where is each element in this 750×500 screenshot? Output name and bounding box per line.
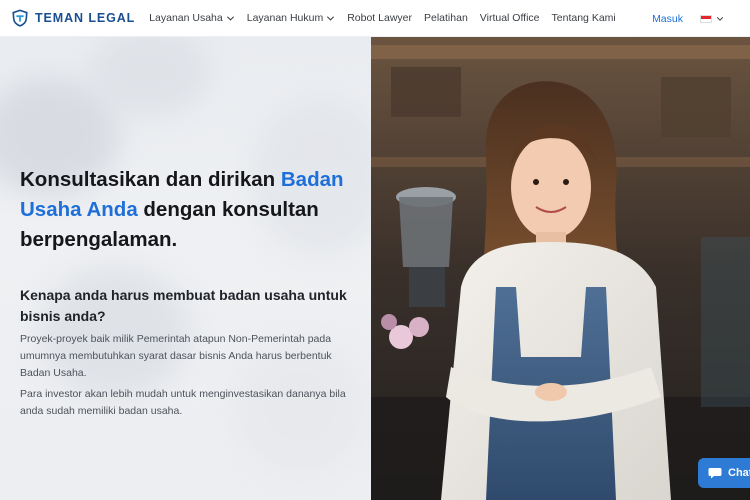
brand-name: TEMAN LEGAL (35, 11, 136, 25)
nav-item-robot-lawyer[interactable]: Robot Lawyer (347, 12, 412, 24)
chevron-down-icon[interactable] (716, 15, 724, 23)
nav-item-pelatihan[interactable]: Pelatihan (424, 12, 468, 24)
nav-item-tentang-kami[interactable]: Tentang Kami (552, 12, 616, 24)
nav-item-label: Robot Lawyer (347, 12, 412, 24)
hero-headline: Konsultasikan dan dirikan Badan Usaha An… (20, 168, 344, 251)
shield-logo-icon (12, 9, 28, 27)
nav-item-label: Layanan Usaha (149, 12, 223, 24)
hero-paragraph: Para investor akan lebih mudah untuk men… (20, 388, 346, 417)
nav-item-label: Virtual Office (479, 12, 540, 24)
indonesia-flag-icon[interactable] (700, 14, 712, 23)
nav-item-label: Tentang Kami (551, 12, 616, 24)
nav-item-label: Layanan Hukum (246, 12, 324, 24)
hero-section: Konsultasikan dan dirikan Badan Usaha An… (0, 37, 750, 500)
hero-text-panel: Konsultasikan dan dirikan Badan Usaha An… (0, 37, 371, 500)
nav-item-layanan-usaha[interactable]: Layanan Usaha (149, 12, 235, 24)
nav-right: Masuk (652, 0, 724, 37)
nav-item-label: Pelatihan (424, 12, 468, 24)
chevron-down-icon (327, 15, 335, 21)
chat-button[interactable]: Chat (698, 458, 750, 488)
main-menu: Layanan Usaha Layanan Hukum Robot Lawyer… (149, 12, 628, 24)
brand-logo[interactable]: TEMAN LEGAL (11, 9, 135, 27)
top-navbar: TEMAN LEGAL Layanan Usaha Layanan Hukum … (0, 0, 750, 37)
chat-label: Chat (728, 467, 750, 479)
hero-paragraph: Proyek-proyek baik milik Pemerintah atap… (20, 333, 332, 379)
hero-photo (371, 37, 750, 500)
barista-photo-illustration (371, 37, 750, 500)
nav-item-virtual-office[interactable]: Virtual Office (480, 12, 540, 24)
hero-subheading: Kenapa anda harus membuat badan usaha un… (20, 287, 347, 324)
nav-item-layanan-hukum[interactable]: Layanan Hukum (247, 12, 335, 24)
chevron-down-icon (226, 15, 234, 21)
chat-bubble-icon (708, 468, 722, 479)
login-link[interactable]: Masuk (652, 13, 683, 25)
